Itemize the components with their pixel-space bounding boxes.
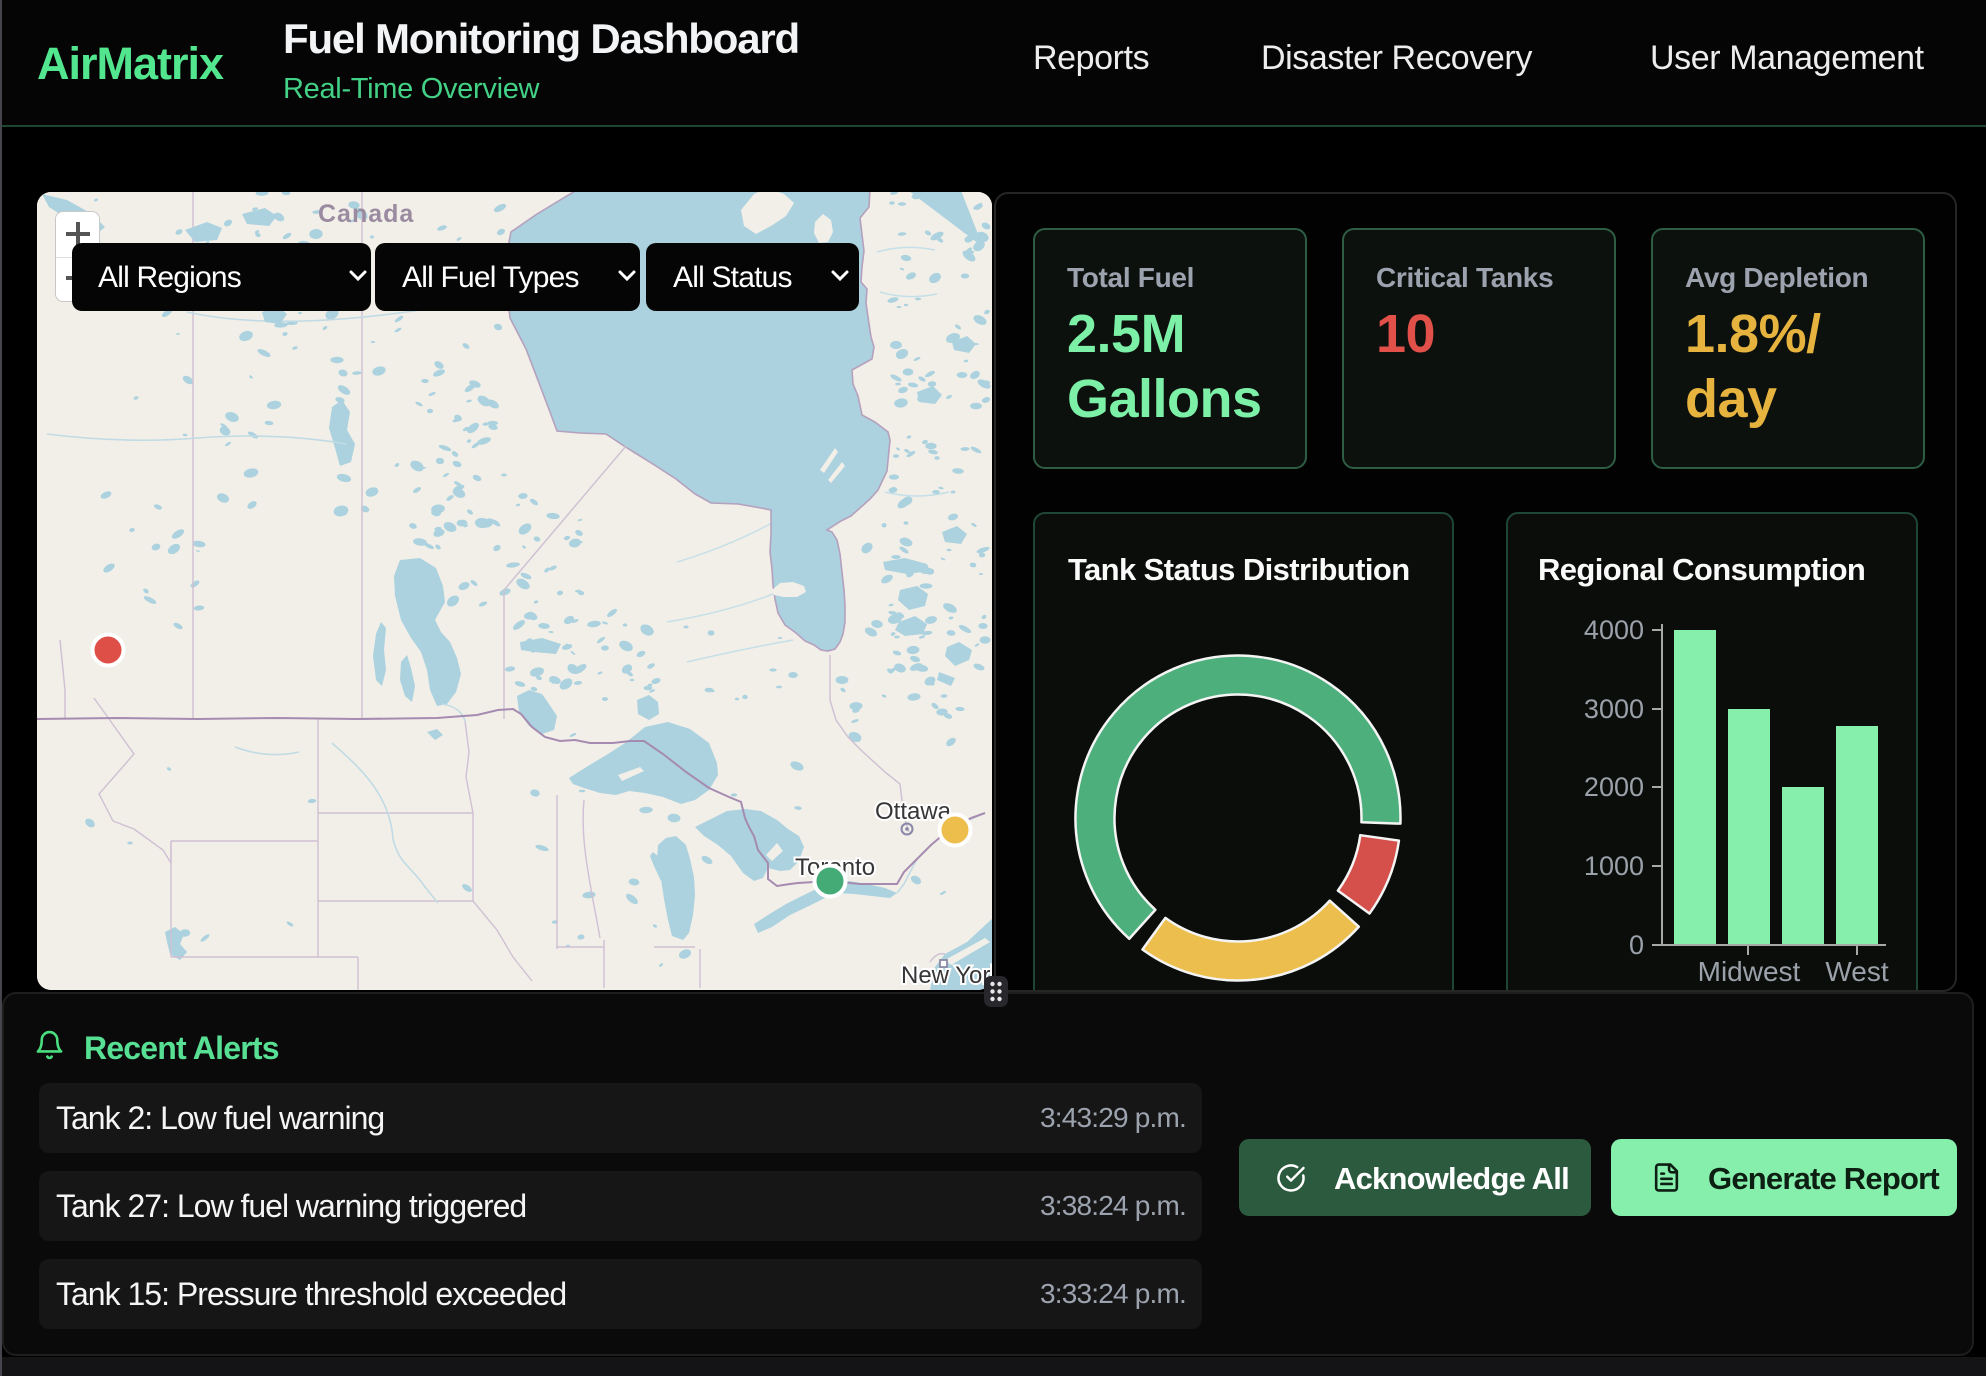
svg-text:1000: 1000 <box>1584 851 1644 881</box>
svg-text:Canada: Canada <box>318 200 414 228</box>
svg-text:4000: 4000 <box>1584 615 1644 645</box>
svg-text:West: West <box>1825 956 1888 987</box>
svg-text:2000: 2000 <box>1584 772 1644 802</box>
svg-text:3000: 3000 <box>1584 694 1644 724</box>
svg-text:New York: New York <box>901 962 992 989</box>
svg-text:0: 0 <box>1629 930 1644 960</box>
svg-text:Midwest: Midwest <box>1698 956 1801 987</box>
